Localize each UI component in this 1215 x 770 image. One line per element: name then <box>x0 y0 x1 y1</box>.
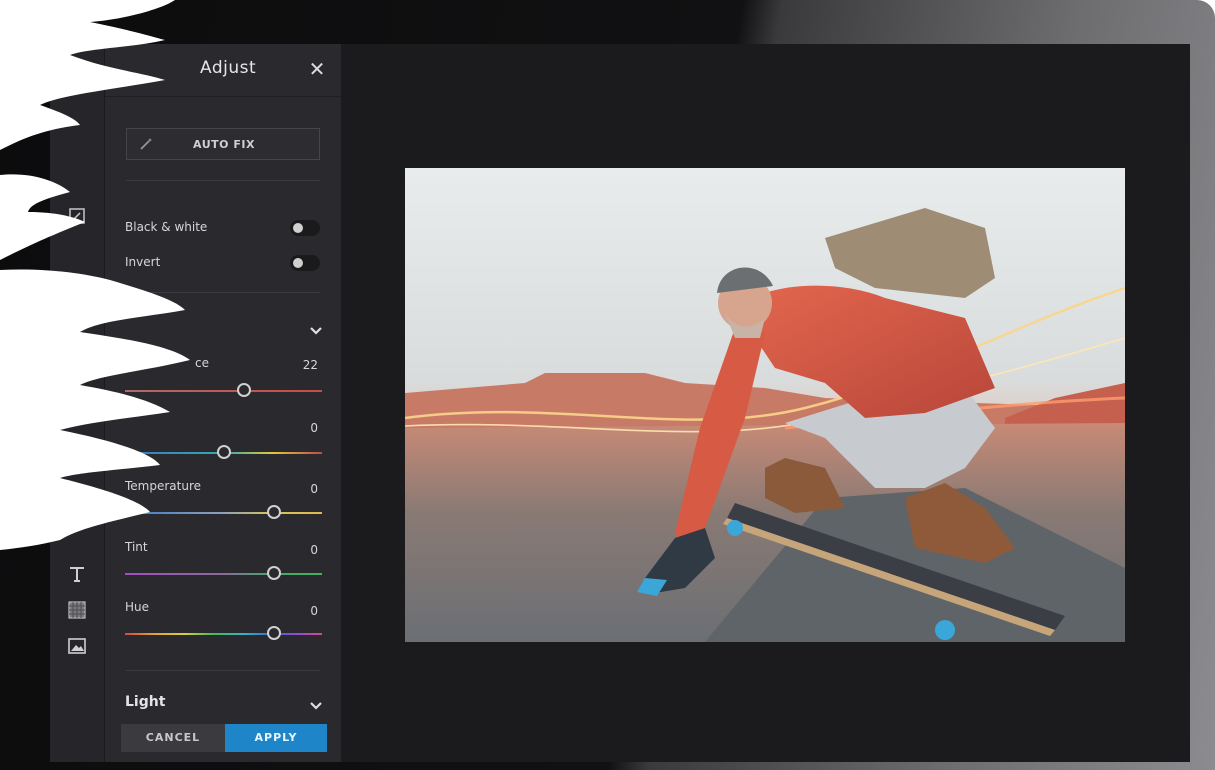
temperature-value: 0 <box>310 482 318 496</box>
texture-icon[interactable] <box>67 600 87 620</box>
hue-track[interactable] <box>125 633 322 635</box>
photo-canvas[interactable] <box>405 168 1125 642</box>
invert-toggle[interactable] <box>290 255 320 271</box>
slider-1-value: 22 <box>302 358 318 372</box>
panel-title: Adjust <box>200 58 257 78</box>
chevron-down-icon[interactable] <box>310 702 322 710</box>
crop-icon[interactable] <box>67 206 87 226</box>
divider <box>126 180 320 181</box>
slider-2-thumb[interactable] <box>217 445 231 459</box>
light-section-title[interactable]: Light <box>125 694 165 710</box>
tint-label: Tint <box>125 540 148 554</box>
image-icon[interactable] <box>67 636 87 656</box>
slider-1-thumb[interactable] <box>237 383 251 397</box>
chevron-down-icon[interactable] <box>310 327 322 335</box>
temperature-track[interactable] <box>125 512 322 514</box>
toggle-knob <box>293 258 303 268</box>
hue-thumb[interactable] <box>267 626 281 640</box>
panel-header: Adjust ✕ <box>105 44 341 97</box>
slider-1-track[interactable] <box>125 390 322 392</box>
hue-label: Hue <box>125 600 150 614</box>
divider <box>126 292 320 293</box>
wave-icon[interactable] <box>67 456 87 476</box>
invert-label: Invert <box>125 255 161 269</box>
auto-fix-label: AUTO FIX <box>193 138 255 151</box>
slider-2-value: 0 <box>310 421 318 435</box>
skateboarder-photo <box>405 168 1125 642</box>
auto-fix-button[interactable]: AUTO FIX <box>126 128 320 160</box>
hue-value: 0 <box>310 604 318 618</box>
close-button[interactable]: ✕ <box>305 57 329 81</box>
tool-rail <box>50 44 105 762</box>
cancel-button[interactable]: CANCEL <box>121 724 225 752</box>
tint-track[interactable] <box>125 573 322 575</box>
apply-button[interactable]: APPLY <box>225 724 327 752</box>
black-white-toggle[interactable] <box>290 220 320 236</box>
tint-thumb[interactable] <box>267 566 281 580</box>
black-white-label: Black & white <box>125 220 208 234</box>
temperature-thumb[interactable] <box>267 505 281 519</box>
tint-value: 0 <box>310 543 318 557</box>
editor-screen: Adjust ✕ AUTO FIX Black & white Invert c… <box>50 44 1190 762</box>
adjust-panel: Adjust ✕ AUTO FIX Black & white Invert c… <box>105 44 341 762</box>
close-icon: ✕ <box>308 57 326 81</box>
toggle-knob <box>293 223 303 233</box>
temperature-label: Temperature <box>125 479 202 493</box>
sticker-icon[interactable] <box>67 486 87 506</box>
text-icon[interactable] <box>67 564 87 584</box>
divider <box>126 670 320 671</box>
slider-1-label: ce <box>195 356 209 370</box>
